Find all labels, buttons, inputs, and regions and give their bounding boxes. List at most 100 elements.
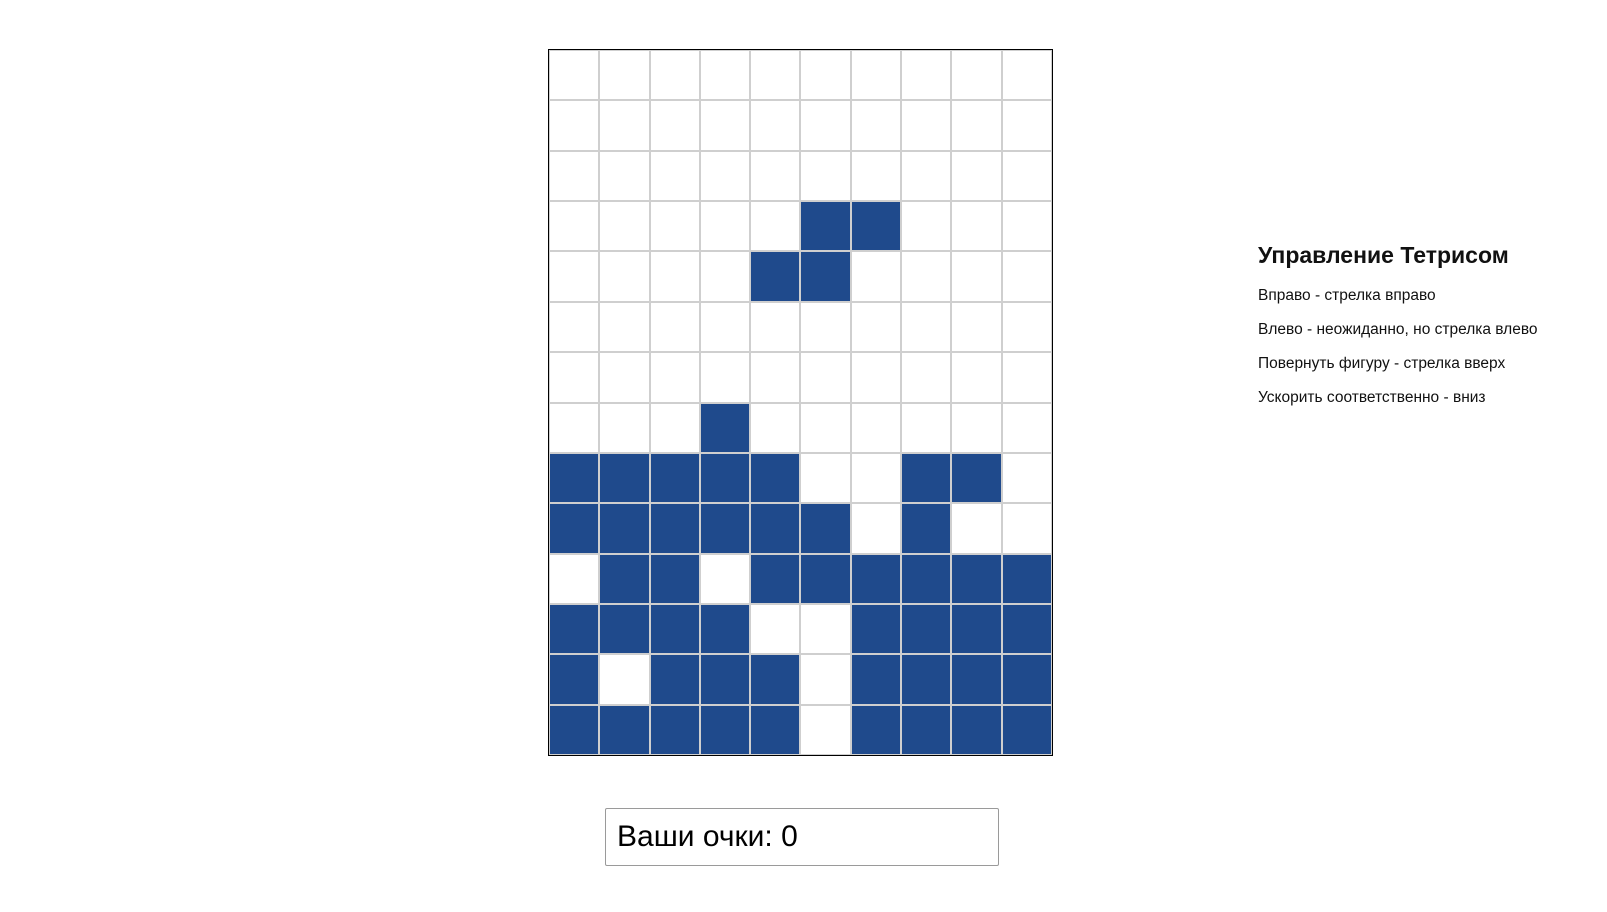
controls-panel: Управление Тетрисом Вправо - стрелка впр… [1258, 238, 1598, 422]
filled-cell [800, 251, 851, 302]
empty-cell [599, 301, 650, 353]
empty-cell [699, 251, 751, 302]
empty-cell [599, 251, 650, 302]
empty-cell [1001, 150, 1052, 202]
control-item-rotate: Повернуть фигуру - стрелка вверх [1258, 355, 1506, 372]
empty-cell [800, 50, 851, 101]
empty-cell [901, 201, 952, 252]
filled-cell [901, 503, 952, 554]
empty-cell [901, 402, 952, 453]
empty-cell [901, 352, 952, 403]
empty-cell [750, 100, 801, 151]
empty-cell [599, 654, 650, 705]
filled-cell [699, 402, 751, 453]
empty-cell [901, 251, 952, 302]
empty-cell [649, 301, 700, 353]
filled-cell [951, 452, 1002, 504]
controls-title: Управление Тетрисом [1258, 242, 1509, 268]
filled-cell [901, 654, 952, 705]
empty-cell [800, 301, 851, 353]
filled-cell [750, 553, 801, 604]
filled-cell [901, 452, 952, 504]
empty-cell [599, 402, 650, 453]
empty-cell [549, 50, 600, 101]
control-item-right: Вправо - стрелка вправо [1258, 287, 1436, 304]
filled-cell [649, 452, 700, 504]
empty-cell [800, 100, 851, 151]
filled-cell [750, 503, 801, 554]
filled-cell [951, 603, 1002, 655]
empty-cell [549, 352, 600, 403]
empty-cell [850, 352, 902, 403]
filled-cell [699, 654, 751, 705]
filled-cell [1001, 553, 1052, 604]
empty-cell [850, 50, 902, 101]
filled-cell [850, 654, 902, 705]
empty-cell [1001, 503, 1052, 554]
filled-cell [800, 503, 851, 554]
filled-cell [549, 503, 600, 554]
filled-cell [649, 704, 700, 755]
filled-cell [1001, 603, 1052, 655]
empty-cell [800, 704, 851, 755]
empty-cell [549, 100, 600, 151]
empty-cell [750, 301, 801, 353]
filled-cell [901, 553, 952, 604]
empty-cell [649, 402, 700, 453]
empty-cell [699, 301, 751, 353]
filled-cell [750, 704, 801, 755]
empty-cell [649, 50, 700, 101]
empty-cell [649, 201, 700, 252]
filled-cell [599, 704, 650, 755]
empty-cell [750, 603, 801, 655]
filled-cell [850, 603, 902, 655]
filled-cell [599, 553, 650, 604]
tetris-board[interactable] [548, 49, 1053, 756]
empty-cell [549, 553, 600, 604]
empty-cell [599, 352, 650, 403]
empty-cell [901, 100, 952, 151]
empty-cell [549, 150, 600, 202]
empty-cell [951, 100, 1002, 151]
empty-cell [850, 251, 902, 302]
empty-cell [1001, 251, 1052, 302]
filled-cell [599, 452, 650, 504]
filled-cell [549, 603, 600, 655]
empty-cell [800, 150, 851, 202]
empty-cell [1001, 201, 1052, 252]
filled-cell [549, 452, 600, 504]
filled-cell [800, 553, 851, 604]
empty-cell [549, 402, 600, 453]
empty-cell [800, 603, 851, 655]
empty-cell [699, 352, 751, 403]
filled-cell [951, 553, 1002, 604]
filled-cell [951, 654, 1002, 705]
empty-cell [1001, 402, 1052, 453]
filled-cell [1001, 704, 1052, 755]
empty-cell [699, 100, 751, 151]
filled-cell [901, 704, 952, 755]
empty-cell [951, 402, 1002, 453]
filled-cell [649, 553, 700, 604]
empty-cell [549, 251, 600, 302]
empty-cell [599, 50, 650, 101]
filled-cell [750, 251, 801, 302]
empty-cell [750, 402, 801, 453]
filled-cell [800, 201, 851, 252]
filled-cell [750, 654, 801, 705]
empty-cell [951, 352, 1002, 403]
empty-cell [901, 150, 952, 202]
filled-cell [699, 704, 751, 755]
empty-cell [951, 251, 1002, 302]
empty-cell [750, 150, 801, 202]
filled-cell [699, 603, 751, 655]
filled-cell [599, 603, 650, 655]
empty-cell [901, 50, 952, 101]
empty-cell [850, 402, 902, 453]
filled-cell [1001, 654, 1052, 705]
empty-cell [850, 503, 902, 554]
empty-cell [599, 150, 650, 202]
empty-cell [850, 150, 902, 202]
empty-cell [699, 50, 751, 101]
empty-cell [1001, 50, 1052, 101]
